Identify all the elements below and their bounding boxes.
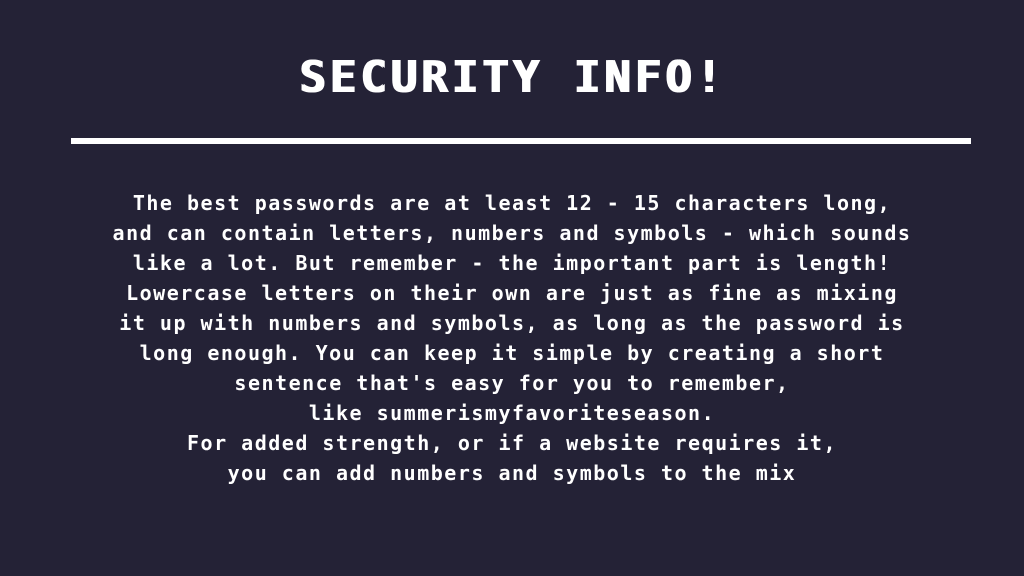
info-line: For added strength, or if a website requ… [187,431,837,455]
title-divider [71,138,971,144]
info-line: it up with numbers and symbols, as long … [119,311,905,335]
info-line: Lowercase letters on their own are just … [126,281,898,305]
info-line: and can contain letters, numbers and sym… [112,221,912,245]
info-line: like a lot. But remember - the important… [132,251,892,275]
info-line: you can add numbers and symbols to the m… [227,461,797,485]
info-line: long enough. You can keep it simple by c… [139,341,885,365]
page-title: SECURITY INFO! [298,52,726,103]
info-line: The best passwords are at least 12 - 15 … [132,191,892,215]
security-info-screen: SECURITY INFO! The best passwords are at… [0,0,1024,576]
info-line: sentence that's easy for you to remember… [234,371,790,395]
info-line: like summerismyfavoriteseason. [308,401,716,425]
info-text-block: The best passwords are at least 12 - 15 … [62,188,962,488]
